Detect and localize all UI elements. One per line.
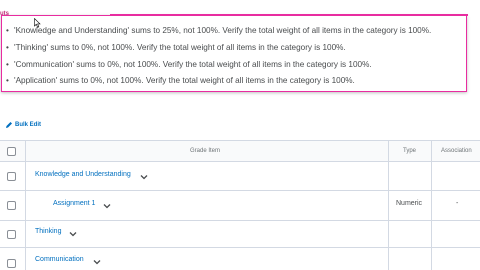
bullet-icon: • bbox=[6, 59, 9, 69]
bulk-edit-label: Bulk Edit bbox=[15, 122, 42, 128]
type-cell: Numeric bbox=[396, 200, 423, 207]
row-divider bbox=[0, 190, 480, 191]
pencil-icon bbox=[6, 122, 12, 128]
chevron-down-icon[interactable] bbox=[93, 259, 101, 265]
row-divider bbox=[0, 161, 480, 162]
error-item: • 'Knowledge and Understanding' sums to 2… bbox=[6, 25, 431, 42]
association-cell: - bbox=[456, 200, 459, 207]
category-link-knowledge[interactable]: Knowledge and Understanding bbox=[35, 171, 131, 178]
error-text: 'Thinking' sums to 0%, not 100%. Verify … bbox=[14, 42, 346, 52]
column-divider bbox=[25, 140, 26, 270]
chevron-down-icon[interactable] bbox=[140, 174, 148, 180]
grade-item-column-header[interactable]: Grade Item bbox=[190, 148, 220, 154]
row-checkbox[interactable] bbox=[7, 259, 16, 268]
row-divider bbox=[0, 220, 480, 221]
error-item: • 'Application' sums to 0%, not 100%. Ver… bbox=[6, 75, 431, 92]
row-divider bbox=[0, 247, 480, 248]
error-text: 'Application' sums to 0%, not 100%. Veri… bbox=[14, 76, 355, 86]
error-list: • 'Knowledge and Understanding' sums to 2… bbox=[6, 25, 431, 92]
row-checkbox[interactable] bbox=[7, 201, 16, 210]
bullet-icon: • bbox=[6, 76, 9, 86]
chevron-down-icon[interactable] bbox=[69, 231, 77, 237]
error-item: • 'Communication' sums to 0%, not 100%. V… bbox=[6, 59, 431, 76]
validation-errors-panel: • 'Knowledge and Understanding' sums to 2… bbox=[1, 14, 468, 92]
error-item: • 'Thinking' sums to 0%, not 100%. Verify… bbox=[6, 42, 431, 59]
bullet-icon: • bbox=[6, 26, 9, 35]
association-column-header[interactable]: Association bbox=[441, 148, 472, 154]
bullet-icon: • bbox=[6, 42, 9, 52]
type-column-header[interactable]: Type bbox=[403, 148, 416, 154]
column-divider bbox=[431, 140, 432, 270]
bulk-edit-button[interactable]: Bulk Edit bbox=[5, 121, 41, 129]
row-checkbox[interactable] bbox=[7, 172, 16, 181]
column-divider bbox=[388, 140, 389, 270]
mouse-cursor-icon bbox=[34, 18, 41, 28]
error-text: 'Communication' sums to 0%, not 100%. Ve… bbox=[14, 59, 372, 69]
select-all-checkbox[interactable] bbox=[7, 147, 16, 156]
category-link-thinking[interactable]: Thinking bbox=[35, 228, 61, 235]
table-top-border bbox=[0, 140, 480, 141]
item-link-assignment-1[interactable]: Assignment 1 bbox=[53, 200, 95, 207]
category-link-communication[interactable]: Communication bbox=[35, 256, 84, 263]
error-text: 'Knowledge and Understanding' sums to 25… bbox=[14, 26, 432, 35]
chevron-down-icon[interactable] bbox=[103, 203, 111, 209]
row-checkbox[interactable] bbox=[7, 230, 16, 239]
